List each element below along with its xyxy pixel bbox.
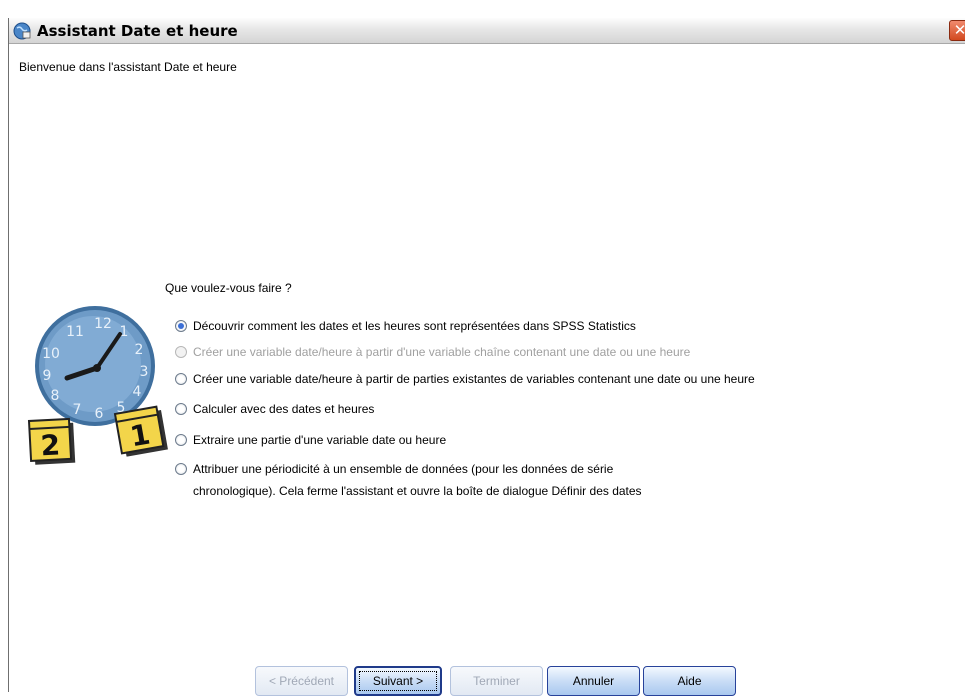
title-bar[interactable]: Assistant Date et heure ✕ <box>9 18 965 44</box>
focus-ring <box>359 671 437 691</box>
option-create-from-string-label: Créer une variable date/heure à partir d… <box>193 345 691 359</box>
clock-number-8: 8 <box>51 388 60 404</box>
radio-discover[interactable] <box>175 320 187 332</box>
option-create-from-string: Créer une variable date/heure à partir d… <box>175 345 690 359</box>
option-periodicity[interactable]: Attribuer une périodicité à un ensemble … <box>175 462 642 502</box>
clock-number-2: 2 <box>135 342 144 358</box>
clock-number-6: 6 <box>95 406 104 422</box>
option-calculate-label: Calculer avec des dates et heures <box>193 402 375 416</box>
radio-create-from-parts[interactable] <box>175 373 187 385</box>
welcome-text: Bienvenue dans l'assistant Date et heure <box>19 60 237 74</box>
clock-number-9: 9 <box>43 368 52 384</box>
option-discover[interactable]: Découvrir comment les dates et les heure… <box>175 319 636 333</box>
clock-calendar-icon: 12 1 2 3 4 5 6 7 8 9 10 11 2 1 <box>27 306 168 465</box>
question-label: Que voulez-vous faire ? <box>165 281 292 295</box>
wizard-content: Bienvenue dans l'assistant Date et heure… <box>9 44 965 696</box>
option-periodicity-line1: Attribuer une périodicité à un ensemble … <box>193 462 614 476</box>
calendar-day-left: 2 <box>40 428 61 462</box>
radio-extract[interactable] <box>175 434 187 446</box>
date-time-wizard-window: Assistant Date et heure ✕ Bienvenue dans… <box>8 18 965 696</box>
clock-number-10: 10 <box>42 346 60 362</box>
option-periodicity-line2: chronologique). Cela ferme l'assistant e… <box>193 484 642 498</box>
radio-periodicity[interactable] <box>175 463 187 475</box>
clock-number-1: 1 <box>120 324 129 340</box>
option-discover-label: Découvrir comment les dates et les heure… <box>193 319 636 333</box>
close-button[interactable]: ✕ <box>949 20 965 41</box>
clock-number-11: 11 <box>66 324 84 340</box>
window-title: Assistant Date et heure <box>37 22 238 40</box>
radio-create-from-string <box>175 346 187 358</box>
option-periodicity-label: Attribuer une périodicité à un ensemble … <box>193 458 642 502</box>
option-calculate[interactable]: Calculer avec des dates et heures <box>175 402 374 416</box>
clock-number-12: 12 <box>94 316 112 332</box>
clock-number-4: 4 <box>133 384 142 400</box>
option-create-from-parts-label: Créer une variable date/heure à partir d… <box>193 372 755 386</box>
app-globe-icon <box>13 22 31 40</box>
option-extract[interactable]: Extraire une partie d'une variable date … <box>175 433 446 447</box>
clock-number-7: 7 <box>73 402 82 418</box>
clock-number-3: 3 <box>140 364 149 380</box>
radio-calculate[interactable] <box>175 403 187 415</box>
option-extract-label: Extraire une partie d'une variable date … <box>193 433 447 447</box>
option-create-from-parts[interactable]: Créer une variable date/heure à partir d… <box>175 372 755 386</box>
close-icon: ✕ <box>953 21 965 39</box>
